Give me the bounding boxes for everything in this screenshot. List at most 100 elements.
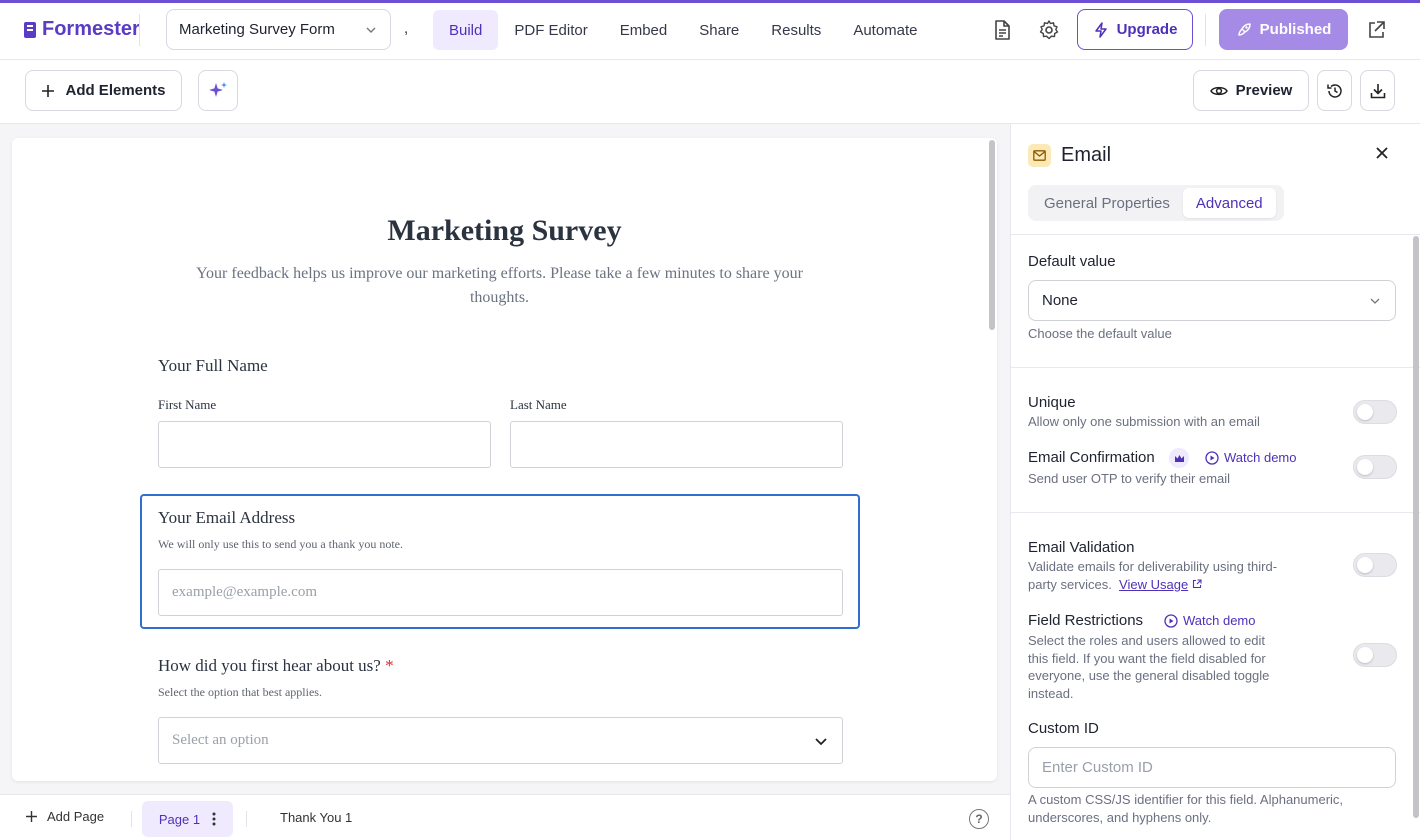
rocket-icon	[1237, 22, 1251, 36]
form-name-dropdown[interactable]: Marketing Survey Form	[166, 9, 391, 50]
last-name-input[interactable]	[510, 421, 843, 468]
tab-general-properties[interactable]: General Properties	[1031, 188, 1183, 218]
download-icon	[1370, 83, 1385, 98]
settings-gear-icon[interactable]	[1035, 16, 1063, 44]
play-circle-icon	[1164, 613, 1178, 628]
form-name-text: Marketing Survey Form	[179, 21, 335, 38]
header-separator: ,	[404, 20, 409, 37]
field-restrictions-label: Field Restrictions	[1028, 612, 1144, 629]
default-value-help: Choose the default value	[1028, 326, 1172, 341]
first-name-label: First Name	[158, 397, 217, 412]
eye-icon	[1209, 86, 1228, 95]
logo-mark-icon	[24, 21, 36, 38]
add-elements-button[interactable]: Add Elements	[25, 70, 182, 111]
default-value-selected: None	[1042, 292, 1078, 309]
first-name-input[interactable]	[158, 421, 491, 468]
email-validation-toggle[interactable]	[1353, 553, 1397, 577]
more-vertical-icon[interactable]	[212, 812, 216, 826]
unique-label: Unique	[1028, 394, 1076, 411]
last-name-label: Last Name	[510, 397, 567, 412]
custom-id-input[interactable]: Enter Custom ID	[1028, 747, 1396, 788]
custom-id-placeholder: Enter Custom ID	[1042, 759, 1153, 776]
source-placeholder: Select an option	[172, 732, 269, 748]
custom-id-label: Custom ID	[1028, 720, 1099, 737]
panel-tabs: General Properties Advanced	[1028, 185, 1284, 221]
footer-divider	[131, 811, 132, 827]
logo-text: Formester	[42, 18, 140, 40]
email-confirmation-label: Email Confirmation	[1028, 449, 1155, 466]
form-canvas: Marketing Survey Your feedback helps us …	[0, 124, 1010, 794]
email-label: Your Email Address	[158, 508, 296, 527]
field-restrictions-watch-demo[interactable]: Watch demo	[1164, 613, 1256, 628]
field-restrictions-help-line: Select the roles and users allowed to ed…	[1028, 633, 1266, 648]
default-value-label: Default value	[1028, 253, 1116, 270]
form-description[interactable]: Your feedback helps us improve our marke…	[177, 262, 822, 310]
version-history-button[interactable]	[1317, 70, 1352, 111]
field-restrictions-toggle[interactable]	[1353, 643, 1397, 667]
source-select[interactable]: Select an option	[158, 717, 843, 764]
form-preview-card: Marketing Survey Your feedback helps us …	[12, 138, 997, 781]
email-validation-label: Email Validation	[1028, 539, 1135, 556]
published-button[interactable]: Published	[1219, 9, 1348, 50]
source-question-label: How did you first hear about us? *	[158, 656, 394, 676]
page-tab-1[interactable]: Page 1	[142, 801, 233, 837]
nav-pdf-editor[interactable]: PDF Editor	[498, 10, 603, 50]
field-restrictions-help-line: instead.	[1028, 685, 1074, 701]
help-icon[interactable]: ?	[969, 809, 989, 829]
nav-build[interactable]: Build	[433, 10, 499, 50]
ai-sparkle-button[interactable]	[198, 70, 238, 111]
builder-toolbar: Add Elements Preview	[0, 60, 1420, 124]
field-restrictions-help-line: everyone, use the general disabled toggl…	[1028, 668, 1270, 683]
header-divider	[1205, 14, 1206, 46]
canvas-scrollbar[interactable]	[989, 140, 995, 330]
page-tab-thank-you[interactable]: Thank You 1	[280, 810, 352, 825]
open-external-icon[interactable]	[1362, 16, 1390, 44]
custom-id-help: A custom CSS/JS identifier for this fiel…	[1028, 791, 1343, 826]
chevron-down-icon	[1370, 298, 1380, 304]
header-divider	[139, 14, 140, 46]
nav-results[interactable]: Results	[755, 10, 837, 50]
full-name-label: Your Full Name	[158, 356, 268, 375]
crown-icon	[1169, 448, 1189, 468]
email-confirmation-toggle[interactable]	[1353, 455, 1397, 479]
email-input[interactable]: example@example.com	[158, 569, 843, 616]
formester-logo[interactable]: Formester	[24, 18, 140, 41]
close-icon[interactable]	[1375, 146, 1389, 165]
source-help: Select the option that best applies.	[158, 685, 322, 699]
footer-divider	[246, 811, 247, 827]
lightning-icon	[1094, 21, 1107, 38]
upgrade-button[interactable]: Upgrade	[1077, 9, 1193, 50]
page-tab-label: Page 1	[158, 811, 201, 827]
nav-automate[interactable]: Automate	[837, 10, 933, 50]
preview-button[interactable]: Preview	[1193, 70, 1309, 111]
document-icon[interactable]	[988, 16, 1016, 44]
form-title[interactable]: Marketing Survey	[12, 214, 997, 248]
download-button[interactable]	[1360, 70, 1395, 111]
email-help: We will only use this to send you a than…	[158, 537, 404, 551]
default-value-select[interactable]: None	[1028, 280, 1396, 321]
nav-embed[interactable]: Embed	[604, 10, 684, 50]
add-elements-label: Add Elements	[65, 82, 166, 99]
field-restrictions-help-line: this field. If you want the field disabl…	[1028, 650, 1266, 666]
view-usage-link[interactable]: View Usage	[1119, 577, 1188, 592]
add-page-button[interactable]: Add Page	[25, 809, 104, 824]
source-question-text: How did you first hear about us?	[158, 656, 381, 675]
nav-share[interactable]: Share	[683, 10, 755, 50]
email-validation-help: Validate emails for deliverability using…	[1028, 558, 1277, 593]
unique-toggle[interactable]	[1353, 400, 1397, 424]
panel-scrollbar[interactable]	[1413, 236, 1419, 818]
panel-title: Email	[1061, 144, 1112, 166]
email-confirmation-watch-demo[interactable]: Watch demo	[1205, 450, 1297, 465]
email-confirmation-help: Send user OTP to verify their email	[1028, 471, 1231, 486]
upgrade-label: Upgrade	[1116, 21, 1178, 38]
panel-divider	[1011, 234, 1420, 235]
custom-id-help-line: underscores, and hyphens only.	[1028, 809, 1212, 825]
add-page-label: Add Page	[47, 809, 105, 824]
required-asterisk: *	[385, 656, 394, 675]
email-validation-help-line: Validate emails for deliverability using…	[1028, 559, 1278, 574]
main-nav: Build PDF Editor Embed Share Results Aut…	[433, 10, 934, 50]
tab-advanced[interactable]: Advanced	[1182, 188, 1276, 218]
external-link-icon	[1192, 578, 1202, 588]
email-validation-help-line: party services. View Usage	[1028, 576, 1277, 594]
email-validation-help-text: party services.	[1028, 576, 1112, 592]
